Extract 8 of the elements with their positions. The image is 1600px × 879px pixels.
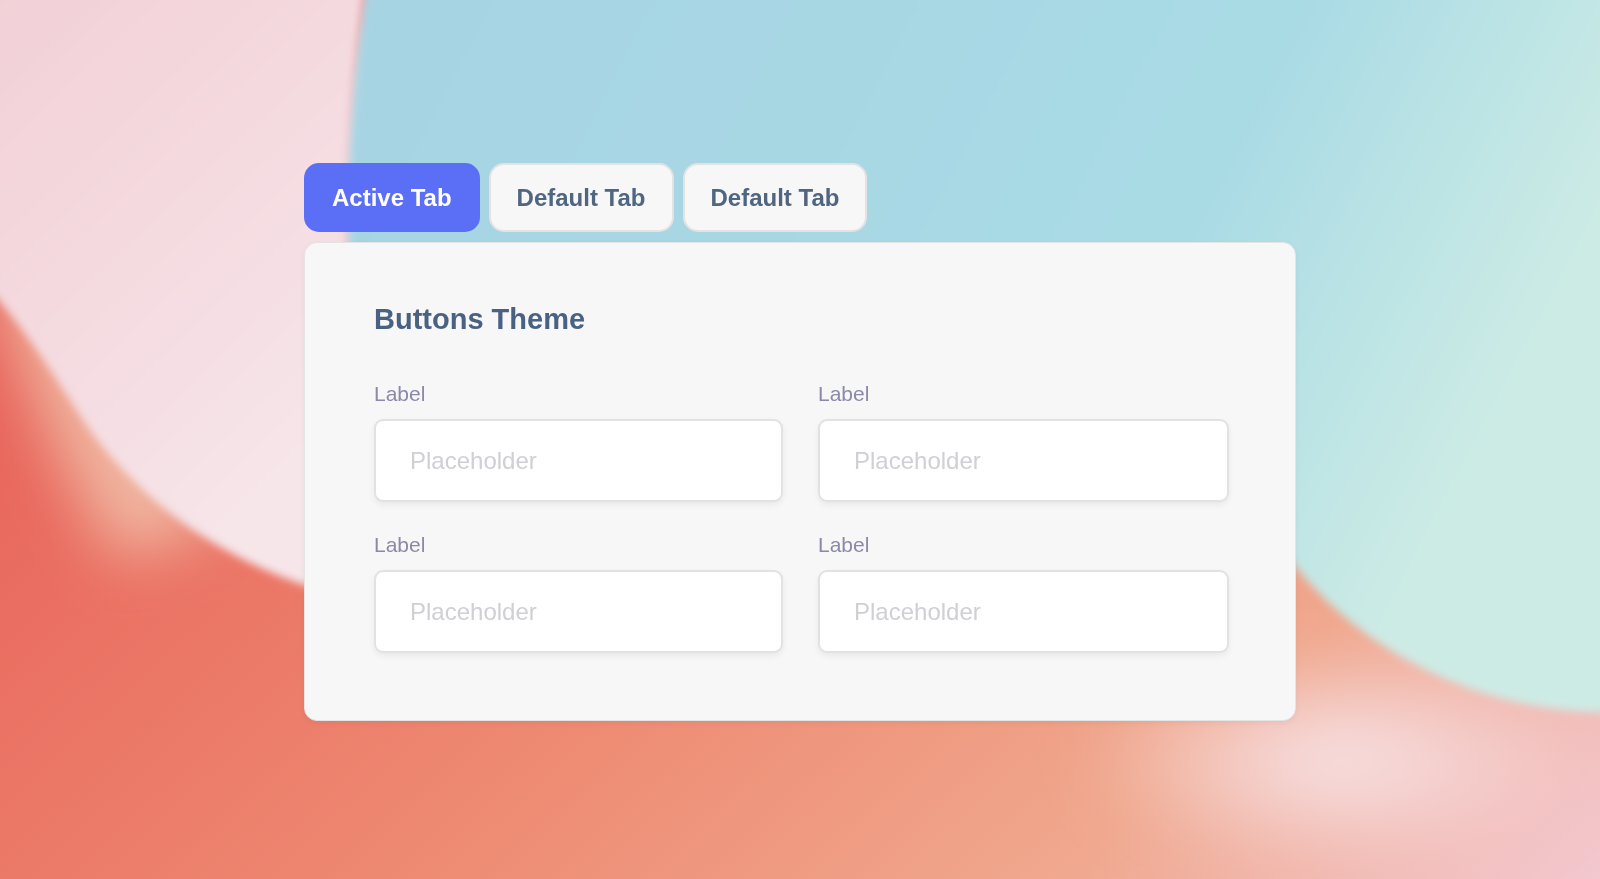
field-label: Label [818, 532, 870, 557]
field-label: Label [818, 381, 870, 406]
tab[interactable]: Active Tab [304, 163, 480, 232]
field-label: Label [374, 532, 426, 557]
tab[interactable]: Default Tab [682, 163, 868, 232]
tab[interactable]: Default Tab [488, 163, 674, 232]
field-label: Label [374, 381, 426, 406]
card-title: Buttons Theme [374, 302, 586, 337]
